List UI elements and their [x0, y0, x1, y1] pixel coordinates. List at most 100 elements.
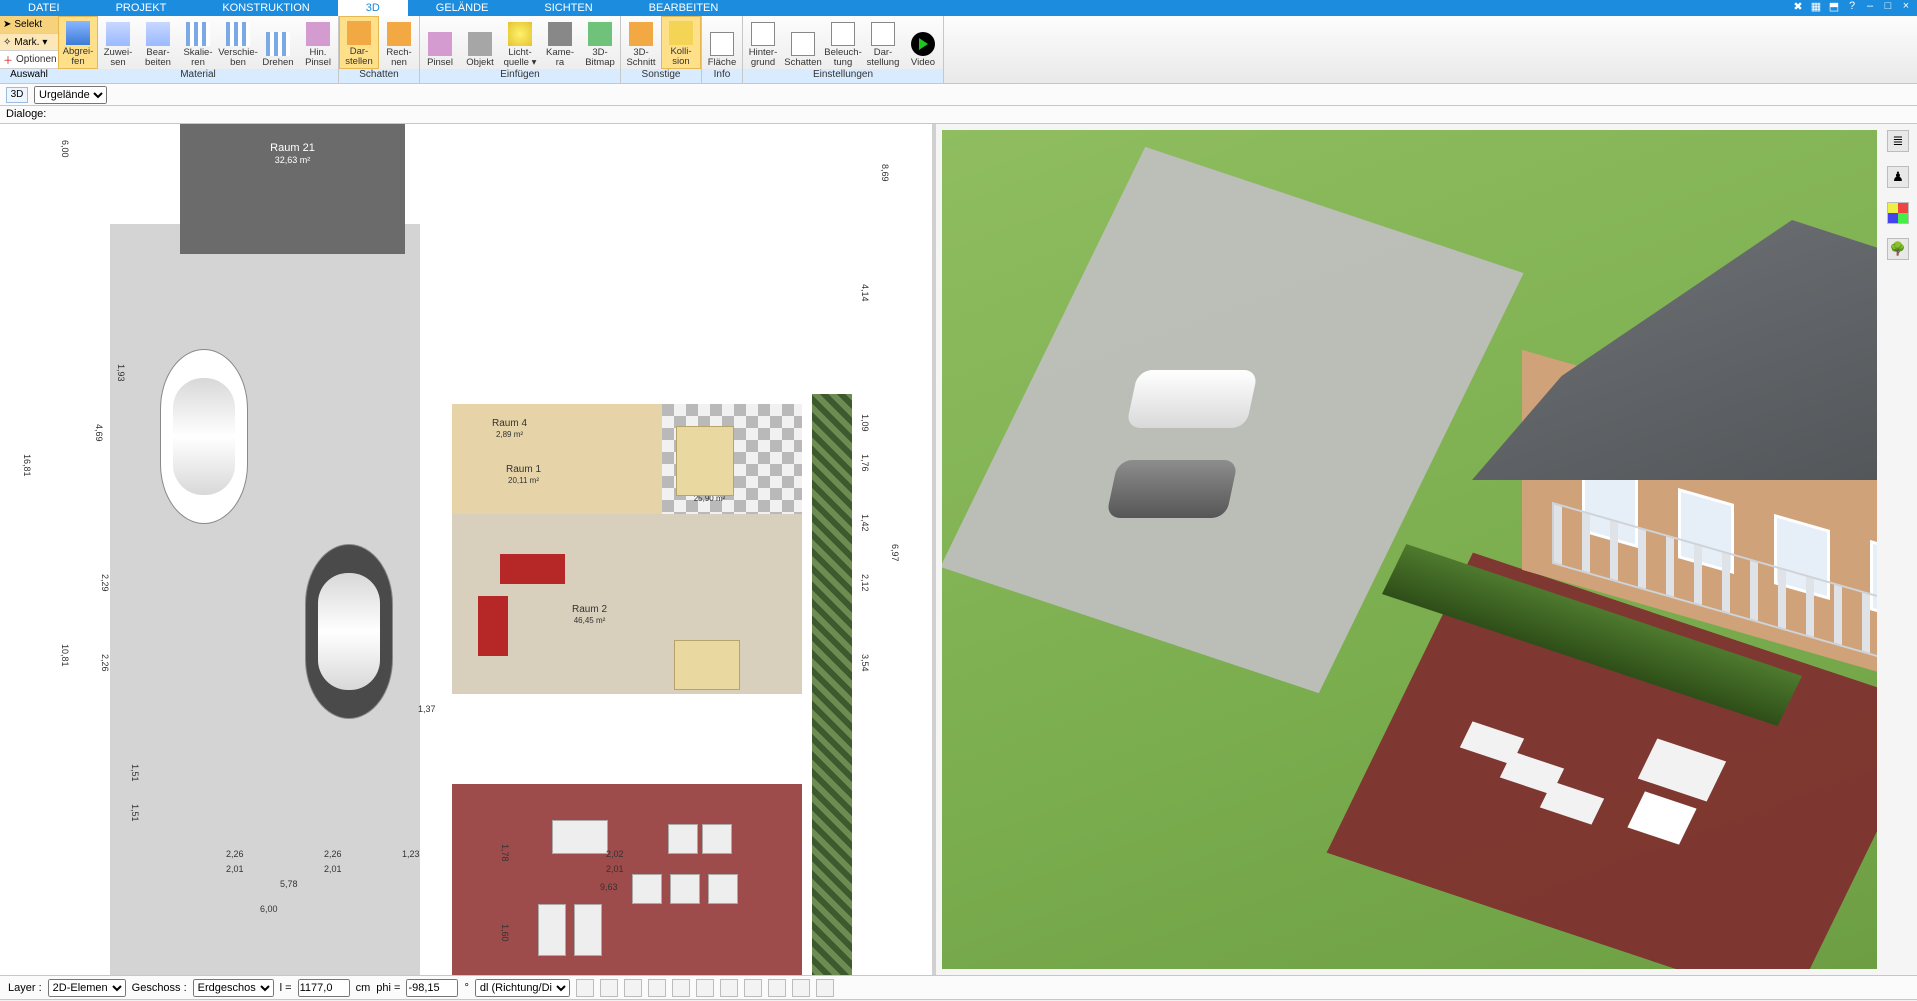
dim-label: 9,63 [600, 882, 618, 892]
dialog-row: Dialoge: [0, 106, 1917, 124]
help-icon[interactable]: ? [1845, 0, 1859, 16]
storey-label: Geschoss : [132, 982, 187, 994]
mark-button[interactable]: ✧Mark. ▾ [0, 34, 58, 52]
btn-bearbeiten[interactable]: Bear-beiten [138, 16, 178, 69]
btn-beleuchtung[interactable]: Beleuch-tung [823, 16, 863, 69]
maximize-icon[interactable]: □ [1881, 0, 1895, 16]
layers-icon[interactable]: ≣ [1887, 130, 1909, 152]
btn-schatten[interactable]: Schatten [783, 16, 823, 69]
tool-icon[interactable] [672, 979, 690, 997]
tab-sichten[interactable]: SICHTEN [516, 0, 620, 16]
dim-label: 2,29 [100, 574, 110, 592]
tool-icon[interactable] [792, 979, 810, 997]
plan-sofa [478, 596, 508, 656]
dim-label: 2,26 [324, 849, 342, 859]
btn-licht[interactable]: Licht-quelle ▾ [500, 16, 540, 69]
plan-lounger [670, 874, 700, 904]
bottom-bar: Layer : 2D-Elemen Geschoss : Erdgeschos … [0, 975, 1917, 999]
ribbon: ➤Selekt ✧Mark. ▾ ＋Optionen Auswahl Abgre… [0, 16, 1917, 84]
view-3d[interactable] [942, 130, 1877, 969]
btn-3d-schnitt[interactable]: 3D-Schnitt [621, 16, 661, 69]
titlebar-icons: ✖ ▦ ⬒ ? – □ × [1791, 0, 1917, 16]
tool-icon[interactable] [744, 979, 762, 997]
dim-label: 2,01 [606, 864, 624, 874]
btn-pinsel[interactable]: Pinsel [420, 16, 460, 69]
tool-icon[interactable]: ▦ [1809, 0, 1823, 16]
tab-3d[interactable]: 3D [338, 0, 408, 16]
room-label: Raum 21 [270, 142, 315, 154]
dim-label: 6,00 [60, 140, 70, 158]
tool-icon[interactable] [720, 979, 738, 997]
tab-gelaende[interactable]: GELÄNDE [408, 0, 517, 16]
dim-label: 1,76 [860, 454, 870, 472]
ribbon-group-label: Einfügen [420, 69, 620, 83]
options-button[interactable]: ＋Optionen [0, 51, 58, 69]
dim-label: 8,69 [880, 164, 890, 182]
view-2d[interactable]: Raum 21 32,63 m² Raum 42,89 m² Raum 120,… [0, 124, 936, 975]
close-icon[interactable]: × [1899, 0, 1913, 16]
storey-select[interactable]: Erdgeschos [193, 979, 274, 997]
terrain-select[interactable]: Urgelände [34, 86, 107, 104]
dim-label: 1,23 [402, 849, 420, 859]
btn-flaeche[interactable]: Fläche [702, 16, 742, 69]
plan-lounger [552, 820, 608, 854]
tool-icon[interactable] [696, 979, 714, 997]
chair-icon[interactable]: ♟ [1887, 166, 1909, 188]
plan-car [160, 349, 248, 524]
tree-icon[interactable]: 🌳 [1887, 238, 1909, 260]
btn-zuweisen[interactable]: Zuwei-sen [98, 16, 138, 69]
btn-objekt[interactable]: Objekt [460, 16, 500, 69]
ribbon-group-label: Info [702, 69, 742, 83]
ribbon-group-schatten: Dar-stellen Rech-nen Schatten [339, 16, 420, 83]
tool-icon[interactable]: ✖ [1791, 0, 1805, 16]
plan-table [676, 426, 734, 496]
dim-label: 2,01 [226, 864, 244, 874]
btn-rechnen[interactable]: Rech-nen [379, 16, 419, 69]
tool-icon[interactable] [624, 979, 642, 997]
btn-kamera[interactable]: Kame-ra [540, 16, 580, 69]
tool-icon[interactable] [768, 979, 786, 997]
colors-icon[interactable] [1887, 202, 1909, 224]
btn-darstellung[interactable]: Dar-stellung [863, 16, 903, 69]
dim-label: 4,14 [860, 284, 870, 302]
dim-label: 2,12 [860, 574, 870, 592]
tool-icon[interactable] [576, 979, 594, 997]
dim-label: 4,69 [94, 424, 104, 442]
tool-icon[interactable] [816, 979, 834, 997]
btn-bitmap[interactable]: 3D-Bitmap [580, 16, 620, 69]
plan-hedge [812, 394, 852, 975]
btn-hintergrund[interactable]: Hinter-grund [743, 16, 783, 69]
btn-video[interactable]: Video [903, 16, 943, 69]
dialog-label: Dialoge: [6, 108, 46, 120]
phi-input[interactable] [406, 979, 458, 997]
btn-drehen[interactable]: Drehen [258, 16, 298, 69]
minimize-icon[interactable]: – [1863, 0, 1877, 16]
dim-label: 1,93 [116, 364, 126, 382]
btn-skalieren[interactable]: Skalie-ren [178, 16, 218, 69]
layer-select[interactable]: 2D-Elemen [48, 979, 126, 997]
tool-icon[interactable]: ⬒ [1827, 0, 1841, 16]
dim-label: 5,78 [280, 879, 298, 889]
btn-abgreifen[interactable]: Abgrei-fen [58, 16, 98, 69]
tab-bearbeiten[interactable]: BEARBEITEN [621, 0, 747, 16]
render-roof [1472, 220, 1877, 480]
btn-kollision[interactable]: Kolli-sion [661, 16, 701, 69]
plan-terrace [452, 784, 802, 975]
dim-label: 6,00 [260, 904, 278, 914]
tool-icon[interactable] [600, 979, 618, 997]
tool-icon[interactable] [648, 979, 666, 997]
tab-datei[interactable]: DATEI [0, 0, 88, 16]
mode-select[interactable]: dl (Richtung/Di [475, 979, 570, 997]
tab-projekt[interactable]: PROJEKT [88, 0, 195, 16]
plan-garage: Raum 21 32,63 m² [180, 124, 405, 254]
btn-darstellen[interactable]: Dar-stellen [339, 16, 379, 69]
length-input[interactable] [298, 979, 350, 997]
view-3d-pane: ≣ ♟ 🌳 [936, 124, 1917, 975]
btn-verschieben[interactable]: Verschie-ben [218, 16, 258, 69]
ribbon-selection-group: ➤Selekt ✧Mark. ▾ ＋Optionen Auswahl [0, 16, 58, 83]
dim-label: 2,01 [324, 864, 342, 874]
tab-konstruktion[interactable]: KONSTRUKTION [194, 0, 337, 16]
btn-hin-pinsel[interactable]: Hin.Pinsel [298, 16, 338, 69]
select-button[interactable]: ➤Selekt [0, 16, 58, 34]
dim-label: 1,51 [130, 764, 140, 782]
